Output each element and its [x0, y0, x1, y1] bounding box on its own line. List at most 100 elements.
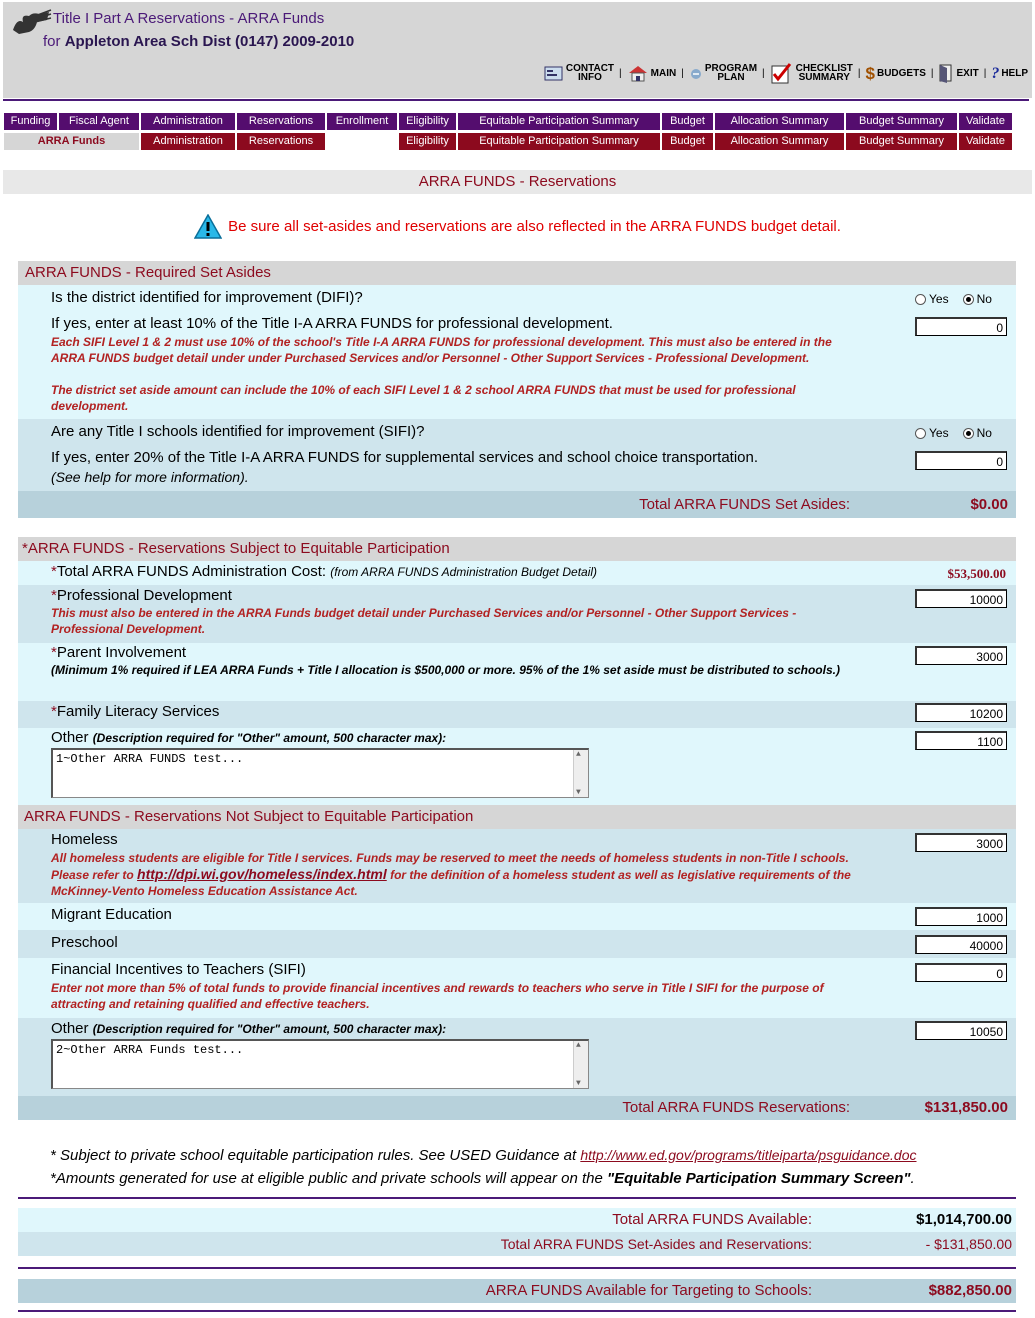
difi-question: Is the district identified for improveme…	[51, 289, 363, 306]
difi-block: Is the district identified for improveme…	[18, 285, 1016, 419]
difi-radio-group: Yes No	[915, 292, 992, 306]
tab-gap	[327, 133, 397, 150]
fl-label: *Family Literacy Services	[51, 703, 219, 720]
tab-budget-summary[interactable]: Budget Summary	[846, 113, 957, 130]
admin-cost-row: *Total ARRA FUNDS Administration Cost: (…	[18, 561, 1016, 585]
difi-no-radio[interactable]: No	[962, 292, 992, 306]
tab-arra-budget[interactable]: Budget	[662, 133, 713, 150]
not-equitable-header: ARRA FUNDS - Reservations Not Subject to…	[18, 805, 1016, 829]
migrant-input[interactable]: 1000	[915, 907, 1007, 926]
program-plan-link[interactable]: PROGRAM PLAN	[689, 64, 757, 83]
equitable-other-textarea[interactable]: 1~Other ARRA FUNDS test...	[51, 748, 589, 798]
fl-input[interactable]: 10200	[915, 703, 1007, 722]
divider	[18, 1267, 1016, 1269]
textarea-scrollbar[interactable]	[573, 1041, 588, 1088]
other-note: (Description required for "Other" amount…	[92, 1022, 447, 1036]
tab-arra-allocation-summary[interactable]: Allocation Summary	[715, 133, 844, 150]
pd-label-text: Professional Development	[56, 587, 232, 604]
tab-funding[interactable]: Funding	[4, 113, 57, 130]
not-equitable-other-textarea[interactable]: 2~Other ARRA Funds test...	[51, 1039, 589, 1089]
family-literacy-row: *Family Literacy Services 10200	[18, 701, 1016, 728]
tab-arra-validate[interactable]: Validate	[959, 133, 1012, 150]
homeless-link[interactable]: http://dpi.wi.gov/homeless/index.html	[137, 866, 387, 882]
tab-enrollment[interactable]: Enrollment	[327, 113, 397, 130]
tab-fiscal-agent[interactable]: Fiscal Agent	[59, 113, 139, 130]
homeless-input[interactable]: 3000	[915, 833, 1007, 852]
tab-arra-reservations[interactable]: Reservations	[237, 133, 325, 150]
fin-input[interactable]: 0	[915, 963, 1007, 982]
tab-arra-equitable-participation-summary[interactable]: Equitable Participation Summary	[458, 133, 660, 150]
equitable-other-input[interactable]: 1100	[915, 731, 1007, 750]
footnote-1: * Subject to private school equitable pa…	[50, 1147, 917, 1164]
targeting-value: $882,850.00	[928, 1282, 1012, 1299]
tab-eligibility[interactable]: Eligibility	[399, 113, 456, 130]
sifi-no-radio[interactable]: No	[962, 426, 992, 440]
budgets-link[interactable]: $ BUDGETS	[866, 65, 926, 82]
subtitle-prefix: for	[43, 33, 61, 50]
sifi-ss-input[interactable]: 0	[915, 451, 1007, 470]
admin-note: (from ARRA FUNDS Administration Budget D…	[330, 565, 598, 579]
help-link[interactable]: ? HELP	[991, 65, 1028, 81]
homeless-note: All homeless students are eligible for T…	[51, 850, 871, 899]
tab-administration[interactable]: Administration	[141, 113, 235, 130]
sifi-block: Are any Title I schools identified for i…	[18, 419, 1016, 491]
targeting-row: ARRA FUNDS Available for Targeting to Sc…	[18, 1279, 1016, 1303]
main-link[interactable]: MAIN	[627, 64, 676, 82]
nav-separator: |	[762, 67, 765, 79]
nav-label: SUMMARY	[798, 72, 850, 83]
radio-label: Yes	[929, 426, 949, 440]
pi-input[interactable]: 3000	[915, 646, 1007, 665]
pi-label-text: Parent Involvement	[56, 644, 187, 661]
nav-separator: |	[983, 67, 987, 79]
pd-input[interactable]: 10000	[915, 589, 1007, 608]
other-label: Other (Description required for "Other" …	[51, 1020, 446, 1037]
pd-label: *Professional Development	[51, 587, 232, 604]
exit-link[interactable]: EXIT	[938, 63, 979, 83]
nav-label: EXIT	[956, 67, 979, 79]
primary-tabs: Funding Fiscal Agent Administration Rese…	[4, 113, 1012, 130]
tab-arra-eligibility[interactable]: Eligibility	[399, 133, 456, 150]
tab-reservations[interactable]: Reservations	[237, 113, 325, 130]
tab-allocation-summary[interactable]: Allocation Summary	[715, 113, 844, 130]
nav-separator: |	[681, 67, 684, 79]
pd-note: This must also be entered in the ARRA Fu…	[51, 606, 797, 636]
setaside-summary-value: - $131,850.00	[925, 1236, 1012, 1252]
sifi-question: Are any Title I schools identified for i…	[51, 423, 425, 440]
targeting-label: ARRA FUNDS Available for Targeting to Sc…	[485, 1282, 812, 1299]
other-label-text: Other	[51, 1020, 89, 1037]
footnote-bold: "Equitable Participation Summary Screen"	[607, 1170, 911, 1187]
pi-note: (Minimum 1% required if LEA ARRA Funds +…	[51, 663, 840, 677]
tab-arra-administration[interactable]: Administration	[141, 133, 235, 150]
preschool-input[interactable]: 40000	[915, 935, 1007, 954]
other-label: Other (Description required for "Other" …	[51, 729, 446, 746]
admin-cost-label: *Total ARRA FUNDS Administration Cost: (…	[51, 563, 597, 580]
tab-arra-funds[interactable]: ARRA Funds	[4, 133, 139, 150]
tab-budget[interactable]: Budget	[662, 113, 713, 130]
checklist-summary-link[interactable]: CHECKLIST SUMMARY	[770, 62, 853, 84]
guidance-link[interactable]: http://www.ed.gov/programs/titleiparta/p…	[580, 1147, 916, 1163]
app-header: Title I Part A Reservations - ARRA Funds…	[3, 2, 1032, 98]
contact-info-link[interactable]: CONTACT INFO	[544, 64, 614, 83]
fin-note: Enter not more than 5% of total funds to…	[51, 981, 824, 1011]
app-title: Title I Part A Reservations - ARRA Funds	[53, 10, 325, 27]
fl-label-text: Family Literacy Services	[56, 703, 220, 720]
difi-pd-input[interactable]: 0	[915, 317, 1007, 336]
tab-equitable-participation-summary[interactable]: Equitable Participation Summary	[458, 113, 660, 130]
program-plan-icon	[690, 69, 701, 79]
reservations-total-row: Total ARRA FUNDS Reservations: $131,850.…	[18, 1096, 1016, 1120]
textarea-scrollbar[interactable]	[573, 750, 588, 797]
tab-arra-budget-summary[interactable]: Budget Summary	[846, 133, 957, 150]
tab-validate[interactable]: Validate	[959, 113, 1012, 130]
set-asides-total-row: Total ARRA FUNDS Set Asides: $0.00	[18, 491, 1016, 518]
warning-text: Be sure all set-asides and reservations …	[228, 217, 841, 235]
header-divider	[3, 99, 1029, 101]
radio-label: No	[976, 292, 992, 306]
nav-separator: |	[930, 67, 934, 79]
set-asides-total-value: $0.00	[970, 496, 1008, 513]
fin-label: Financial Incentives to Teachers (SIFI)	[51, 961, 306, 978]
preschool-row: Preschool 40000	[18, 930, 1016, 958]
sifi-yes-radio[interactable]: Yes	[915, 426, 949, 440]
warning-message: Be sure all set-asides and reservations …	[0, 214, 1035, 240]
difi-yes-radio[interactable]: Yes	[915, 292, 949, 306]
not-equitable-other-input[interactable]: 10050	[915, 1021, 1007, 1040]
